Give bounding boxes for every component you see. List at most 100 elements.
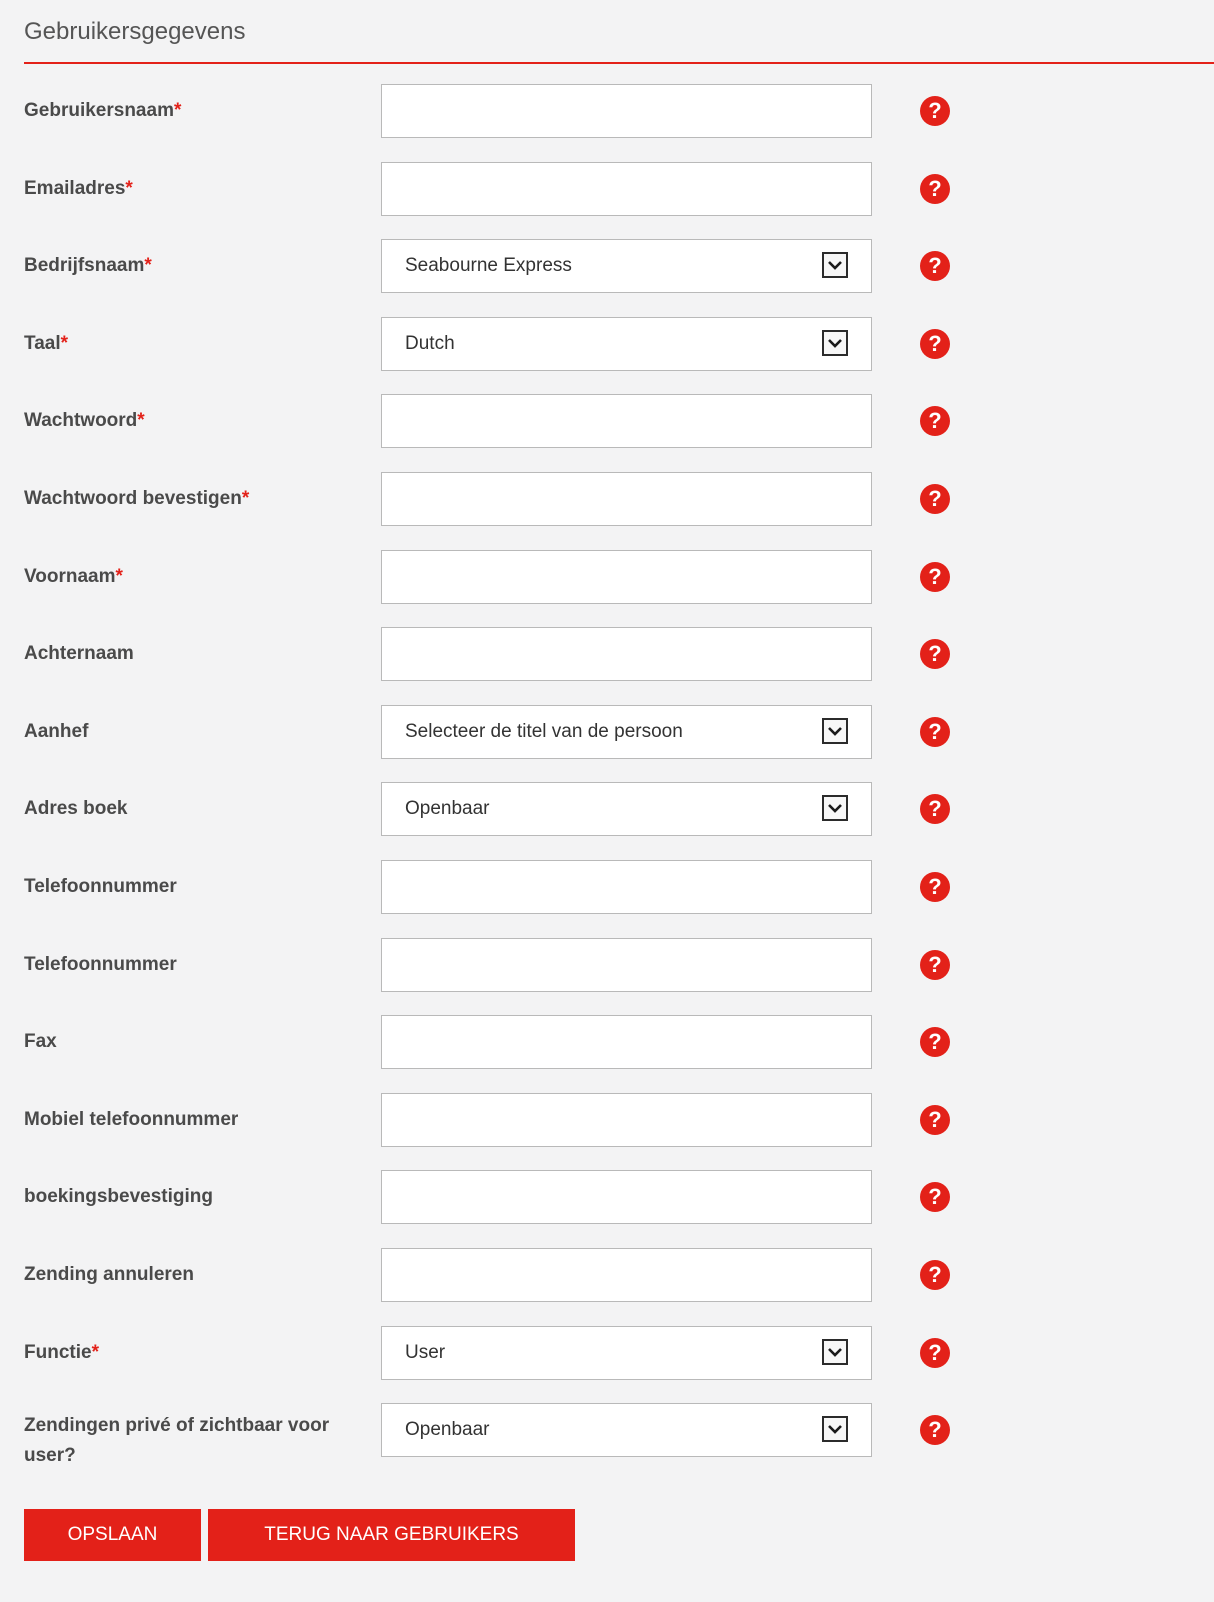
chevron-down-icon[interactable] — [822, 252, 848, 278]
field-label: Telefoonnummer — [24, 860, 354, 914]
input-wrapper — [381, 84, 872, 138]
field-label: Mobiel telefoonnummer — [24, 1093, 354, 1147]
select-field[interactable]: User — [381, 1326, 872, 1380]
text-input[interactable] — [382, 939, 871, 991]
question-circle-icon[interactable]: ? — [919, 173, 951, 205]
required-marker: * — [125, 178, 133, 199]
save-button[interactable]: OPSLAAN — [24, 1509, 201, 1561]
chevron-down-icon[interactable] — [822, 718, 848, 744]
form-row: Adres boek Openbaar? — [0, 782, 1214, 836]
svg-text:?: ? — [928, 1029, 941, 1054]
input-wrapper — [381, 1170, 872, 1224]
field-label-text: Fax — [24, 1031, 57, 1052]
field-label: Adres boek — [24, 782, 354, 836]
question-circle-icon[interactable]: ? — [919, 1259, 951, 1291]
form-row: Gebruikersnaam *? — [0, 84, 1214, 138]
question-circle-icon[interactable]: ? — [919, 95, 951, 127]
text-input[interactable] — [382, 1171, 871, 1223]
question-circle-icon[interactable]: ? — [919, 1414, 951, 1446]
text-input[interactable] — [382, 1016, 871, 1068]
svg-text:?: ? — [928, 641, 941, 666]
form-row: Telefoonnummer? — [0, 938, 1214, 992]
select-value: Selecteer de titel van de persoon — [405, 721, 683, 742]
question-circle-icon[interactable]: ? — [919, 561, 951, 593]
question-circle-icon[interactable]: ? — [919, 716, 951, 748]
svg-text:?: ? — [928, 1107, 941, 1132]
select-value: Openbaar — [405, 798, 490, 819]
field-label-text: Zending annuleren — [24, 1264, 194, 1285]
question-circle-icon[interactable]: ? — [919, 1104, 951, 1136]
select-field[interactable]: Seabourne Express — [381, 239, 872, 293]
question-circle-icon[interactable]: ? — [919, 483, 951, 515]
select-field[interactable]: Openbaar — [381, 782, 872, 836]
text-input[interactable] — [382, 85, 871, 137]
question-circle-icon[interactable]: ? — [919, 1026, 951, 1058]
field-label-text: boekingsbevestiging — [24, 1186, 213, 1207]
svg-text:?: ? — [928, 1417, 941, 1442]
svg-text:?: ? — [928, 874, 941, 899]
form-row: Emailadres *? — [0, 162, 1214, 216]
field-label-text: Mobiel telefoonnummer — [24, 1109, 239, 1130]
required-marker: * — [137, 410, 145, 431]
field-label: Wachtwoord bevestigen * — [24, 472, 354, 526]
question-circle-icon[interactable]: ? — [919, 793, 951, 825]
select-value: User — [405, 1342, 446, 1363]
question-circle-icon[interactable]: ? — [919, 1181, 951, 1213]
form-row: Telefoonnummer? — [0, 860, 1214, 914]
form-row: Achternaam? — [0, 627, 1214, 681]
field-label-text: Taal — [24, 333, 61, 354]
field-label-text: Emailadres — [24, 178, 126, 199]
text-input[interactable] — [382, 1249, 871, 1301]
field-label-text: Aanhef — [24, 721, 89, 742]
field-label: Gebruikersnaam * — [24, 84, 354, 138]
text-input[interactable] — [382, 473, 871, 525]
question-circle-icon[interactable]: ? — [919, 405, 951, 437]
chevron-down-icon[interactable] — [822, 330, 848, 356]
chevron-down-icon[interactable] — [822, 1339, 848, 1365]
question-circle-icon[interactable]: ? — [919, 1337, 951, 1369]
section-title: Gebruikersgegevens — [24, 18, 246, 45]
form-row: Voornaam *? — [0, 550, 1214, 604]
text-input[interactable] — [382, 628, 871, 680]
field-label: Taal * — [24, 317, 354, 371]
question-circle-icon[interactable]: ? — [919, 949, 951, 981]
required-marker: * — [173, 100, 182, 121]
field-label-text: Wachtwoord bevestigen — [24, 488, 242, 509]
text-input[interactable] — [382, 395, 871, 447]
question-circle-icon[interactable]: ? — [919, 871, 951, 903]
chevron-down-icon[interactable] — [822, 795, 848, 821]
field-label: Achternaam — [24, 627, 354, 681]
svg-text:?: ? — [928, 331, 941, 356]
input-wrapper — [381, 162, 872, 216]
form-row: Fax? — [0, 1015, 1214, 1069]
form-row: Wachtwoord *? — [0, 394, 1214, 448]
question-circle-icon[interactable]: ? — [919, 328, 951, 360]
form-row: Functie * User? — [0, 1326, 1214, 1380]
svg-text:?: ? — [928, 796, 941, 821]
field-label-text: Voornaam — [24, 566, 116, 587]
field-label-text: Zendingen privé of zichtbaar voor user? — [24, 1415, 330, 1466]
select-field[interactable]: Openbaar — [381, 1403, 872, 1457]
question-circle-icon[interactable]: ? — [919, 250, 951, 282]
chevron-down-icon[interactable] — [822, 1416, 848, 1442]
back-to-users-button[interactable]: TERUG NAAR GEBRUIKERS — [208, 1509, 575, 1561]
input-wrapper — [381, 550, 872, 604]
select-value: Seabourne Express — [405, 255, 572, 276]
field-label-text: Achternaam — [24, 643, 134, 664]
svg-text:?: ? — [928, 952, 941, 977]
input-wrapper — [381, 472, 872, 526]
text-input[interactable] — [382, 861, 871, 913]
text-input[interactable] — [382, 551, 871, 603]
input-wrapper — [381, 860, 872, 914]
field-label: Zending annuleren — [24, 1248, 354, 1302]
field-label: Bedrijfsnaam * — [24, 239, 354, 293]
svg-text:?: ? — [928, 253, 941, 278]
text-input[interactable] — [382, 163, 871, 215]
select-field[interactable]: Selecteer de titel van de persoon — [381, 705, 872, 759]
field-label: Aanhef — [24, 705, 354, 759]
required-marker: * — [144, 255, 152, 276]
form-row: boekingsbevestiging? — [0, 1170, 1214, 1224]
question-circle-icon[interactable]: ? — [919, 638, 951, 670]
select-field[interactable]: Dutch — [381, 317, 872, 371]
text-input[interactable] — [382, 1094, 871, 1146]
